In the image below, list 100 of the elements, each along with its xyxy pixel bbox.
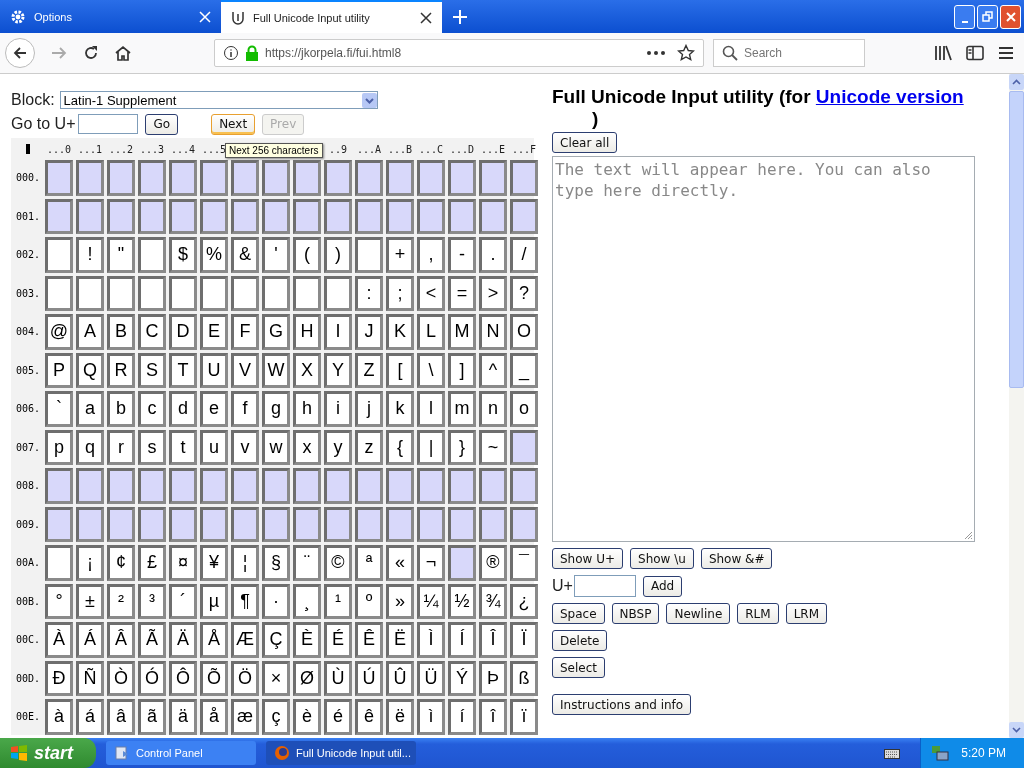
character-key[interactable]: Ï <box>510 622 538 658</box>
edit-button[interactable]: Delete <box>552 630 608 651</box>
character-key[interactable]: ¡ <box>76 545 104 581</box>
unassigned-key[interactable] <box>138 160 166 196</box>
blank-key[interactable] <box>231 275 259 311</box>
unassigned-key[interactable] <box>417 468 445 504</box>
character-key[interactable]: ê <box>355 699 383 735</box>
character-key[interactable]: Ñ <box>76 660 104 696</box>
character-key[interactable]: P <box>45 352 73 388</box>
character-key[interactable]: á <box>76 699 104 735</box>
character-key[interactable]: í <box>448 699 476 735</box>
nav-button[interactable]: Go <box>145 113 179 135</box>
edit-button[interactable]: Select <box>552 657 606 678</box>
character-key[interactable]: Í <box>448 622 476 658</box>
character-key[interactable]: ë <box>386 699 414 735</box>
character-key[interactable]: n <box>479 391 507 427</box>
character-key[interactable]: Û <box>386 660 414 696</box>
keyboard-icon[interactable] <box>884 747 901 759</box>
unassigned-key[interactable] <box>76 506 104 542</box>
character-key[interactable]: t <box>169 429 197 465</box>
show-format-button[interactable]: Show U+ <box>552 548 624 569</box>
star-icon[interactable] <box>677 44 695 62</box>
unassigned-key[interactable] <box>169 198 197 234</box>
character-key[interactable]: M <box>448 314 476 350</box>
unassigned-key[interactable] <box>107 506 135 542</box>
character-key[interactable]: ¼ <box>417 583 445 619</box>
character-key[interactable]: Ð <box>45 660 73 696</box>
character-key[interactable]: b <box>107 391 135 427</box>
taskbar-item[interactable]: Full Unicode Input util... <box>266 741 416 765</box>
character-key[interactable]: ¬ <box>417 545 445 581</box>
unassigned-key[interactable] <box>138 468 166 504</box>
character-key[interactable]: Y <box>324 352 352 388</box>
character-key[interactable]: é <box>324 699 352 735</box>
character-key[interactable]: = <box>448 275 476 311</box>
character-key[interactable]: < <box>417 275 445 311</box>
show-format-button[interactable]: Show \u <box>630 548 694 569</box>
character-key[interactable]: ¿ <box>510 583 538 619</box>
character-key[interactable]: . <box>479 237 507 273</box>
plus-icon[interactable] <box>452 8 468 25</box>
character-key[interactable]: h <box>293 391 321 427</box>
character-key[interactable]: A <box>76 314 104 350</box>
character-key[interactable]: ¤ <box>169 545 197 581</box>
info-icon[interactable] <box>223 45 239 61</box>
back-button[interactable] <box>5 38 35 68</box>
unassigned-key[interactable] <box>479 160 507 196</box>
character-key[interactable]: ! <box>76 237 104 273</box>
character-key[interactable]: N <box>479 314 507 350</box>
unicode-version-link[interactable]: Unicode version <box>815 86 964 107</box>
unassigned-key[interactable] <box>417 160 445 196</box>
unassigned-key[interactable] <box>262 506 290 542</box>
character-key[interactable]: Ó <box>138 660 166 696</box>
character-key[interactable]: ± <box>76 583 104 619</box>
character-key[interactable]: º <box>355 583 383 619</box>
character-key[interactable]: ) <box>324 237 352 273</box>
character-key[interactable]: × <box>262 660 290 696</box>
character-key[interactable]: ° <box>45 583 73 619</box>
character-key[interactable]: k <box>386 391 414 427</box>
character-key[interactable]: â <box>107 699 135 735</box>
character-key[interactable]: % <box>200 237 228 273</box>
character-key[interactable]: Õ <box>200 660 228 696</box>
unassigned-key[interactable] <box>45 198 73 234</box>
character-key[interactable]: X <box>293 352 321 388</box>
character-key[interactable]: " <box>107 237 135 273</box>
character-key[interactable]: y <box>324 429 352 465</box>
home-icon[interactable] <box>114 45 132 61</box>
unassigned-key[interactable] <box>200 198 228 234</box>
nav-button[interactable]: Next <box>211 113 256 135</box>
unassigned-key[interactable] <box>231 506 259 542</box>
show-format-button[interactable]: Show &# <box>700 548 773 569</box>
unassigned-key[interactable] <box>510 160 538 196</box>
browser-tab[interactable]: Full Unicode Input utility <box>221 0 442 33</box>
character-key[interactable]: Ò <box>107 660 135 696</box>
character-key[interactable]: L <box>417 314 445 350</box>
character-key[interactable]: À <box>45 622 73 658</box>
character-key[interactable]: v <box>231 429 259 465</box>
unassigned-key[interactable] <box>200 160 228 196</box>
character-key[interactable]: Ê <box>355 622 383 658</box>
character-key[interactable]: ] <box>448 352 476 388</box>
character-key[interactable]: { <box>386 429 414 465</box>
unassigned-key[interactable] <box>231 468 259 504</box>
character-key[interactable]: î <box>479 699 507 735</box>
character-key[interactable]: j <box>355 391 383 427</box>
character-key[interactable]: E <box>200 314 228 350</box>
unassigned-key[interactable] <box>417 198 445 234</box>
character-key[interactable]: Ô <box>169 660 197 696</box>
character-key[interactable]: f <box>231 391 259 427</box>
unassigned-key[interactable] <box>107 160 135 196</box>
character-key[interactable]: ¨ <box>293 545 321 581</box>
restore-button[interactable] <box>977 4 998 29</box>
reload-icon[interactable] <box>83 45 99 61</box>
instructions-button[interactable]: Instructions and info <box>552 694 692 715</box>
unassigned-key[interactable] <box>169 160 197 196</box>
blank-key[interactable] <box>200 275 228 311</box>
character-key[interactable]: m <box>448 391 476 427</box>
insert-button[interactable]: RLM <box>737 603 779 624</box>
unassigned-key[interactable] <box>355 468 383 504</box>
more-icon[interactable] <box>647 51 665 55</box>
unassigned-key[interactable] <box>45 160 73 196</box>
character-key[interactable]: d <box>169 391 197 427</box>
insert-button[interactable]: LRM <box>785 603 828 624</box>
